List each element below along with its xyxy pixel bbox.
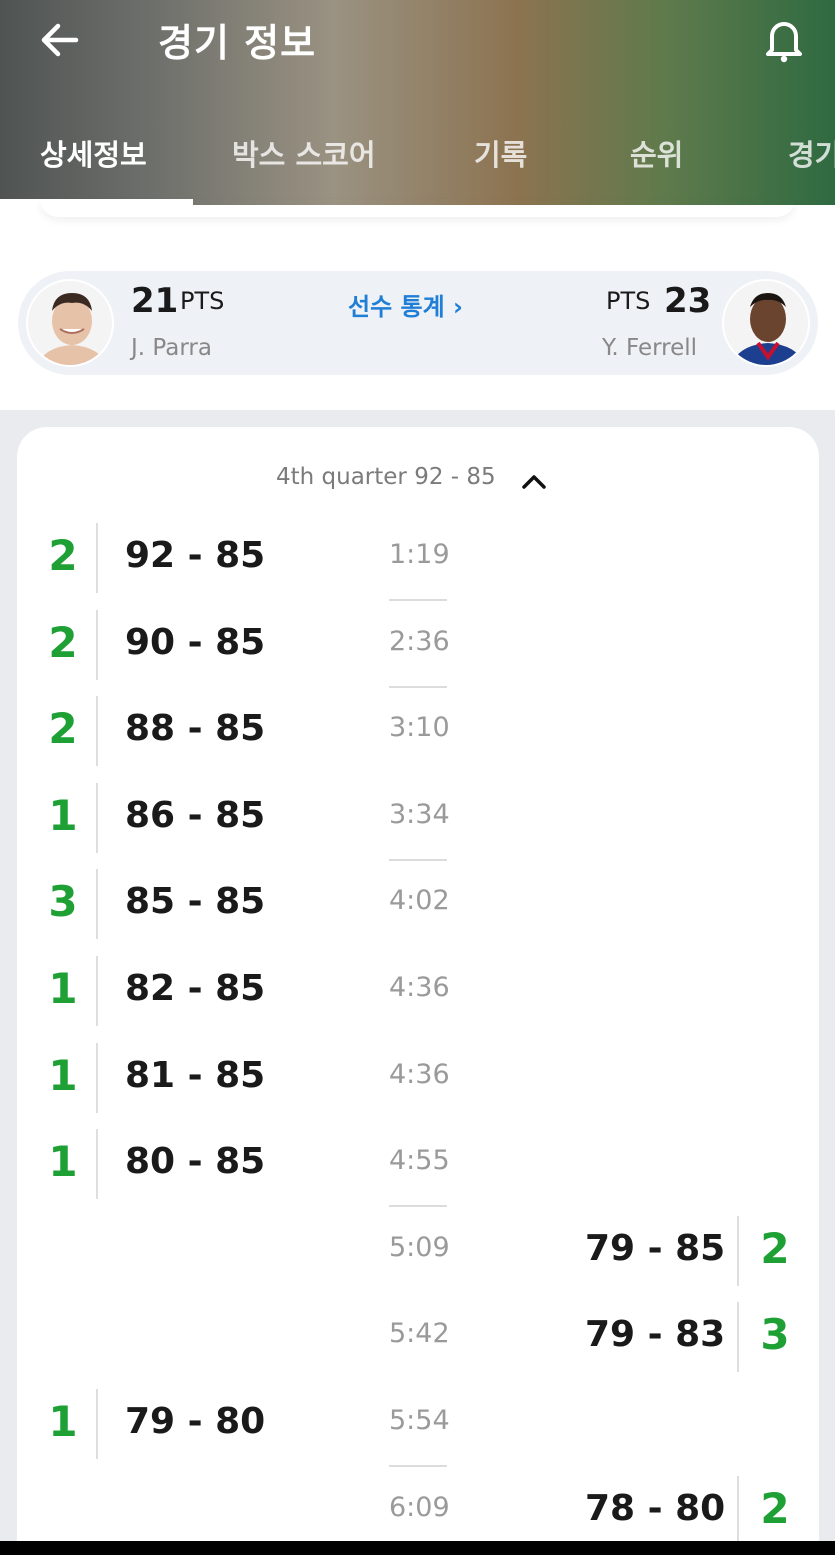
avatar-away-player (722, 279, 810, 367)
play-time: 2:36 (389, 625, 450, 657)
time-separator (389, 1465, 447, 1467)
row-divider (96, 609, 98, 680)
row-divider (96, 696, 98, 767)
system-nav-bar (0, 1541, 835, 1555)
time-separator (389, 1205, 447, 1208)
running-score: 79 - 83 (585, 1314, 726, 1356)
top-scorers-card: 21 PTS J. Parra 선수 통계 › PTS 23 Y. Ferrel… (18, 271, 818, 375)
tab-games[interactable]: 경기 (788, 132, 835, 174)
home-leader-pts-label: PTS (180, 287, 225, 315)
points-scored: 1 (48, 1050, 78, 1100)
play-time: 4:02 (389, 885, 450, 917)
running-score: 92 - 85 (125, 535, 266, 576)
tab-details[interactable]: 상세정보 (40, 132, 147, 174)
home-leader-name: J. Parra (131, 335, 212, 361)
play-row: 3 79 - 83 5:42 (17, 1302, 819, 1388)
play-row: 1 86 - 85 3:34 (17, 782, 819, 869)
play-time: 4:36 (389, 1058, 450, 1090)
time-separator (389, 858, 447, 861)
player-stats-link[interactable]: 선수 통계 › (348, 287, 463, 322)
tab-standings[interactable]: 순위 (630, 132, 683, 174)
away-leader-name: Y. Ferrell (602, 335, 698, 361)
away-leader-pts-label: PTS (606, 287, 651, 315)
bell-icon (766, 22, 802, 63)
running-score: 82 - 85 (125, 968, 266, 1009)
play-time: 3:10 (389, 712, 450, 744)
play-time: 5:09 (389, 1231, 450, 1263)
running-score: 85 - 85 (125, 881, 266, 923)
row-divider (96, 1389, 98, 1459)
points-scored: 1 (48, 1137, 78, 1187)
time-separator (389, 685, 447, 688)
running-score: 80 - 85 (125, 1141, 266, 1183)
quarter-toggle[interactable]: 4th quarter 92 - 85 (17, 427, 819, 527)
points-scored: 2 (48, 617, 78, 667)
chevron-up-icon (522, 475, 546, 489)
row-divider (737, 1475, 739, 1546)
play-time: 3:34 (389, 798, 450, 830)
row-divider (96, 956, 98, 1026)
play-time: 5:54 (389, 1405, 450, 1436)
running-score: 79 - 85 (585, 1227, 726, 1269)
running-score: 79 - 80 (125, 1401, 266, 1442)
running-score: 86 - 85 (125, 794, 266, 836)
running-score: 81 - 85 (125, 1054, 266, 1096)
play-row: 2 88 - 85 3:10 (17, 696, 819, 782)
leaders-section: 21 PTS J. Parra 선수 통계 › PTS 23 Y. Ferrel… (0, 205, 835, 410)
points-scored: 2 (760, 1223, 790, 1273)
play-row: 2 92 - 85 1:19 (17, 523, 819, 609)
row-divider (96, 782, 98, 853)
points-scored: 3 (760, 1310, 790, 1360)
points-scored: 1 (48, 1397, 78, 1446)
row-divider (737, 1302, 739, 1373)
scoring-timeline-card: 4th quarter 92 - 85 2 92 - 85 1:19 2 90 - 85… (17, 427, 819, 1555)
play-time: 4:36 (389, 972, 450, 1003)
points-scored: 2 (48, 704, 78, 754)
play-row: 1 82 - 85 4:36 (17, 956, 819, 1042)
play-time: 4:55 (389, 1145, 450, 1177)
away-leader-points: 23 (664, 281, 712, 321)
running-score: 88 - 85 (125, 708, 266, 750)
play-row: 1 79 - 80 5:54 (17, 1389, 819, 1475)
row-divider (96, 869, 98, 940)
row-divider (96, 1042, 98, 1113)
card-edge (40, 199, 795, 217)
row-divider (737, 1215, 739, 1286)
page-title: 경기 정보 (158, 21, 317, 65)
app-header: 경기 정보 상세정보 박스 스코어 기록 순위 경기 (0, 0, 835, 205)
tab-box-score[interactable]: 박스 스코어 (232, 132, 376, 174)
row-divider (96, 523, 98, 593)
points-scored: 2 (48, 531, 78, 580)
running-score: 78 - 80 (585, 1487, 726, 1529)
arrow-left-icon (41, 23, 79, 57)
points-scored: 3 (48, 877, 78, 927)
points-scored: 1 (48, 790, 78, 840)
notification-button[interactable] (760, 14, 808, 64)
play-row: 2 79 - 85 5:09 (17, 1215, 819, 1302)
time-separator (389, 599, 447, 601)
play-row: 1 81 - 85 4:36 (17, 1042, 819, 1129)
quarter-label: 4th quarter 92 - 85 (276, 464, 496, 490)
play-time: 1:19 (389, 539, 450, 570)
tab-bar: 상세정보 박스 스코어 기록 순위 경기 (0, 126, 835, 205)
play-row: 1 80 - 85 4:55 (17, 1129, 819, 1215)
avatar-home-player (26, 279, 114, 367)
points-scored: 2 (760, 1483, 790, 1533)
row-divider (96, 1129, 98, 1200)
home-leader-points: 21 (131, 281, 179, 321)
points-scored: 1 (48, 964, 78, 1013)
running-score: 90 - 85 (125, 621, 266, 663)
play-time: 6:09 (389, 1491, 450, 1523)
play-row: 2 90 - 85 2:36 (17, 609, 819, 696)
tab-records[interactable]: 기록 (474, 132, 527, 174)
back-button[interactable] (36, 18, 84, 62)
play-time: 5:42 (389, 1318, 450, 1350)
play-row: 3 85 - 85 4:02 (17, 869, 819, 955)
